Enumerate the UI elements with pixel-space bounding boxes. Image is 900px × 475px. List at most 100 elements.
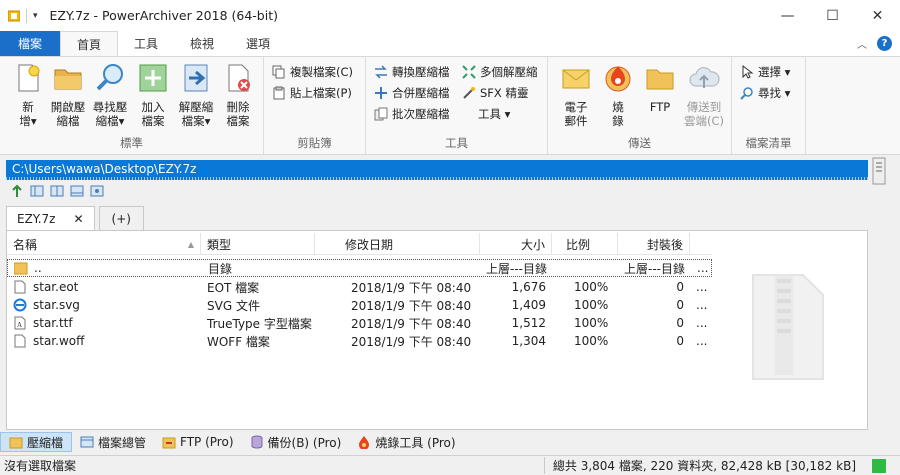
tab-archive-view[interactable]: 壓縮檔 [0,432,73,452]
new-button[interactable]: 新 增▾ [8,62,48,128]
cell-more: ... [696,280,708,294]
convert-archive-button[interactable]: 轉換壓縮檔 [374,63,450,81]
maximize-button[interactable]: ☐ [810,0,855,31]
ftp-button[interactable]: FTP [640,62,680,114]
split-view-icon[interactable] [50,184,64,198]
collapse-ribbon-icon[interactable]: ︿ [857,36,867,51]
close-button[interactable]: ✕ [855,0,900,31]
tab-archive[interactable]: EZY.7z ✕ [6,206,95,230]
cursor-icon [742,65,754,79]
cell-date: 2018/1/9 下午 08:40 [351,334,472,349]
column-modified[interactable]: 修改日期 [315,233,480,255]
cell-date [316,259,481,277]
open-archive-button[interactable]: 開啟壓 縮檔 [48,62,88,128]
cell-packed: 上層---目錄 [624,261,685,276]
find-button[interactable]: 尋找 ▾ [740,84,790,102]
multi-extract-button[interactable]: 多個解壓縮 [462,63,538,81]
tab-backup[interactable]: 備份(B) (Pro) [242,432,350,452]
ftp-folder-icon [646,69,674,90]
file-list[interactable]: 名稱 ▲ 類型 修改日期 大小 比例 封裝後 .. 目錄 上層---目錄 上層--… [6,230,868,430]
group-filelist: 選擇 ▾ 尋找 ▾ 檔案清單 [732,57,806,155]
explorer-icon [80,436,94,448]
add-tab-button[interactable]: (+) [98,206,144,230]
group-label-tools: 工具 [445,136,468,150]
column-size[interactable]: 大小 [480,233,552,255]
column-type[interactable]: 類型 [201,233,315,255]
folder-open-icon [54,69,82,90]
cell-packed: 0 [676,316,684,330]
cell-name: star.eot [7,278,201,296]
delete-files-button[interactable]: 刪除 檔案 [218,62,258,128]
table-row[interactable]: star.eot EOT 檔案 2018/1/9 下午 08:40 1,676 … [7,278,712,296]
cell-name: star.woff [7,332,201,350]
font-file-icon: A [14,316,26,330]
column-name[interactable]: 名稱 ▲ [7,233,201,255]
cell-type: 目錄 [208,261,233,276]
archive-watermark-icon [752,274,824,380]
burn-icon [359,436,370,449]
tab-burn-tools[interactable]: 燒錄工具 (Pro) [349,432,463,452]
minimize-button[interactable]: — [765,0,810,31]
cell-date: 2018/1/9 下午 08:40 [351,280,472,295]
help-icon[interactable]: ? [877,36,892,51]
tab-home[interactable]: 首頁 [60,31,119,56]
preview-pane-icon[interactable] [70,184,84,198]
cell-size: 1,512 [511,316,546,330]
copy-files-button[interactable]: 複製檔案(C) [272,63,353,81]
find-archive-button[interactable]: 尋找壓 縮檔▾ [90,62,130,128]
multi-extract-icon [462,65,476,79]
tab-tools[interactable]: 工具 [118,31,174,56]
extract-button[interactable]: 解壓縮 檔案▾ [176,62,216,128]
path-bar[interactable]: C:\Users\wawa\Desktop\EZY.7z [6,160,868,180]
email-button[interactable]: 電子 郵件 [556,62,596,128]
column-packed[interactable]: 封裝後 [618,233,690,255]
merge-archive-button[interactable]: 合併壓縮檔 [374,84,450,102]
tab-options[interactable]: 選項 [230,31,286,56]
cell-name: A star.ttf [7,314,201,332]
path-text: C:\Users\wawa\Desktop\EZY.7z [12,162,197,176]
details-view-icon[interactable] [30,184,44,198]
select-button[interactable]: 選擇 ▾ [740,63,790,81]
path-bar-texture [6,177,868,180]
window-title: EZY.7z - PowerArchiver 2018 (64-bit) [49,8,278,23]
column-ratio[interactable]: 比例 [552,233,618,255]
side-panel-toggle[interactable] [872,157,894,185]
tab-explorer[interactable]: 檔案總管 [72,432,154,452]
table-row[interactable]: A star.ttf TrueType 字型檔案 2018/1/9 下午 08:… [7,314,712,332]
tools-menu-button[interactable]: 工具 ▾ [478,105,510,123]
quick-access-toolbar: ▾ [0,8,38,23]
cell-ratio [553,259,619,277]
group-label-send: 傳送 [628,136,651,150]
tab-file[interactable]: 檔案 [0,31,60,56]
convert-icon [375,65,387,79]
send-to-cloud-button[interactable]: 傳送到 雲端(C) [682,62,726,128]
view-icon[interactable] [90,184,104,198]
ribbon: 新 增▾ 開啟壓 縮檔 尋找壓 縮檔▾ 加入 檔案 解壓縮 檔案▾ 刪除 檔案 … [0,56,900,155]
group-label-clipboard: 剪貼簿 [297,136,332,150]
tab-view[interactable]: 檢視 [174,31,230,56]
cell-more: ... [696,334,708,348]
cell-packed: 0 [676,298,684,312]
cell-packed: 0 [676,280,684,294]
sfx-wizard-button[interactable]: SFX 精靈 [462,84,528,102]
cell-name: .. [8,259,202,277]
tab-ftp[interactable]: FTP (Pro) [154,432,241,452]
up-arrow-icon[interactable] [10,184,24,198]
batch-archive-button[interactable]: 批次壓縮檔 [374,105,450,123]
new-file-icon [18,64,40,92]
ie-file-icon [13,298,27,312]
database-icon [251,435,263,449]
paste-files-button[interactable]: 貼上檔案(P) [272,84,352,102]
add-files-button[interactable]: 加入 檔案 [133,62,173,128]
group-standard: 新 增▾ 開啟壓 縮檔 尋找壓 縮檔▾ 加入 檔案 解壓縮 檔案▾ 刪除 檔案 … [0,57,264,155]
table-row-parent[interactable]: .. 目錄 上層---目錄 上層---目錄 ... [7,259,712,277]
customize-quick-access-icon[interactable]: ▾ [33,11,38,21]
copy-icon [272,65,285,79]
ftp-icon [162,437,176,449]
cell-size: 1,676 [511,280,546,294]
separator [26,8,27,23]
burn-button[interactable]: 燒 錄 [598,62,638,128]
close-tab-icon[interactable]: ✕ [73,212,83,226]
table-row[interactable]: star.woff WOFF 檔案 2018/1/9 下午 08:40 1,30… [7,332,712,350]
table-row[interactable]: star.svg SVG 文件 2018/1/9 下午 08:40 1,409 … [7,296,712,314]
